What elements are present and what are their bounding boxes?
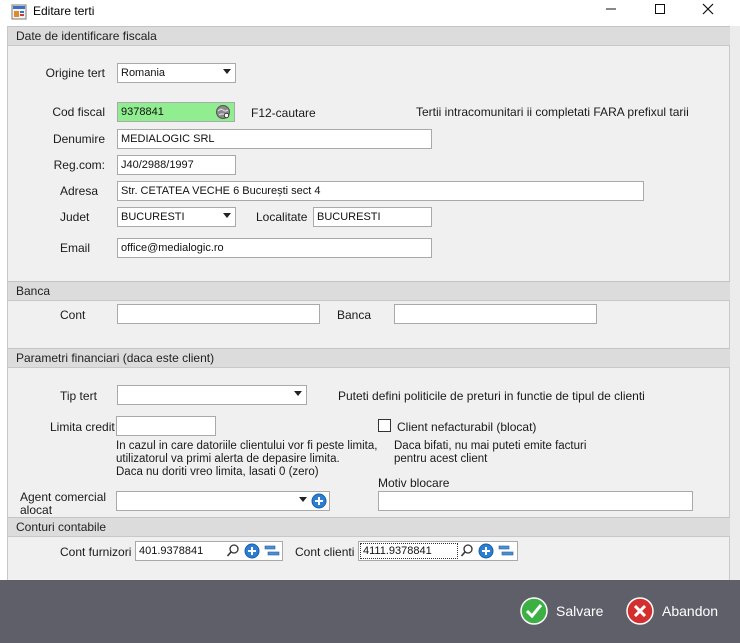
cont-clienti-add-button[interactable]: [478, 543, 494, 562]
section-header-accounts: Conturi contabile: [8, 517, 731, 537]
dialog-body: Date de identificare fiscala Origine ter…: [7, 26, 731, 580]
email-label: Email: [60, 241, 91, 255]
f12-hint: F12-cautare: [251, 106, 316, 120]
section-header-fiscal: Date de identificare fiscala: [8, 26, 731, 46]
magnifier-icon: [460, 544, 473, 557]
magnifier-icon: [226, 544, 239, 557]
close-icon: [702, 3, 714, 15]
chevron-down-icon: [299, 497, 307, 502]
judet-label: Judet: [60, 210, 90, 224]
chevron-down-icon: [294, 391, 302, 396]
agent-label-line-2: alocat: [20, 503, 53, 517]
motiv-blocare-input[interactable]: [378, 491, 693, 511]
plus-circle-icon: [244, 543, 260, 559]
denumire-label: Denumire: [52, 132, 105, 146]
window-title: Editare terti: [33, 4, 95, 18]
cont-furnizori-label: Cont furnizori: [60, 545, 132, 559]
bank-cont-input[interactable]: [117, 304, 320, 324]
list-icon: [498, 545, 514, 556]
cont-furnizori-list-button[interactable]: [264, 543, 280, 562]
cont-furnizori-input[interactable]: 401.9378841: [135, 541, 283, 561]
bank-cont-label: Cont: [60, 308, 86, 322]
agent-combo[interactable]: [116, 491, 330, 511]
tip-tert-combo[interactable]: [117, 385, 307, 405]
cont-clienti-search-button[interactable]: [460, 543, 474, 562]
nefacturabil-checkbox[interactable]: [378, 419, 391, 432]
nefacturabil-label[interactable]: Client nefacturabil (blocat): [397, 420, 536, 434]
web-search-icon[interactable]: [215, 104, 231, 120]
cont-clienti-input[interactable]: 4111.9378841: [358, 541, 518, 561]
cont-clienti-list-button[interactable]: [498, 543, 514, 562]
limita-help-line-3: Daca nu doriti vreo limita, lasati 0 (ze…: [116, 466, 319, 478]
close-button[interactable]: [685, 0, 731, 22]
bank-name-input[interactable]: [394, 304, 597, 324]
add-agent-button[interactable]: [311, 493, 327, 510]
cod-fiscal-value: 9378841: [121, 106, 164, 118]
origin-label: Origine tert: [45, 66, 105, 80]
limita-credit-label: Limita credit: [50, 420, 115, 434]
chevron-down-icon: [223, 69, 231, 74]
localitate-input[interactable]: BUCURESTI: [313, 207, 432, 227]
judet-value: BUCURESTI: [121, 211, 185, 223]
cancel-label: Abandon: [662, 603, 719, 619]
checkmark-icon: [520, 597, 548, 625]
minimize-icon: [606, 8, 616, 10]
cont-furnizori-search-button[interactable]: [226, 543, 240, 562]
section-header-financial: Parametri financiari (daca este client): [8, 348, 731, 368]
bank-name-label: Banca: [337, 308, 372, 322]
list-icon: [264, 545, 280, 556]
maximize-button[interactable]: [637, 0, 683, 22]
plus-circle-icon: [311, 493, 327, 509]
origin-value: Romania: [121, 67, 166, 79]
intracom-note: Tertii intracomunitari ii completati FAR…: [416, 105, 689, 119]
adresa-value: Str. CETATEA VECHE 6 București sect 4: [121, 185, 321, 197]
tip-tert-note: Puteti defini politicile de preturi in f…: [338, 389, 645, 403]
motiv-blocare-label: Motiv blocare: [378, 476, 450, 490]
localitate-label: Localitate: [256, 210, 308, 224]
email-input[interactable]: office@medialogic.ro: [117, 238, 432, 258]
background-window-edge: [730, 26, 740, 580]
limita-credit-input[interactable]: [116, 416, 216, 436]
app-icon: [11, 4, 27, 20]
adresa-label: Adresa: [60, 184, 99, 198]
denumire-value: MEDIALOGIC SRL: [121, 133, 215, 145]
cont-clienti-value: 4111.9378841: [360, 543, 458, 559]
email-value: office@medialogic.ro: [121, 242, 224, 254]
cont-furnizori-add-button[interactable]: [244, 543, 260, 562]
plus-circle-icon: [478, 543, 494, 559]
origin-combo[interactable]: Romania: [117, 63, 236, 83]
localitate-value: BUCURESTI: [317, 211, 381, 223]
cont-clienti-label: Cont clienti: [295, 545, 355, 559]
section-header-bank: Banca: [8, 281, 731, 301]
cod-fiscal-label: Cod fiscal: [52, 105, 105, 119]
nefacturabil-help-line-2: pentru acest client: [394, 453, 488, 465]
adresa-input[interactable]: Str. CETATEA VECHE 6 București sect 4: [117, 181, 644, 201]
maximize-icon: [655, 4, 665, 14]
agent-label-line-1: Agent comercial: [20, 490, 107, 504]
cancel-icon: [626, 597, 654, 625]
denumire-input[interactable]: MEDIALOGIC SRL: [117, 129, 432, 149]
save-label: Salvare: [556, 603, 604, 619]
regcom-input[interactable]: J40/2988/1997: [117, 155, 236, 175]
judet-combo[interactable]: BUCURESTI: [117, 207, 236, 227]
regcom-value: J40/2988/1997: [121, 159, 194, 171]
cont-furnizori-value: 401.9378841: [139, 545, 204, 557]
regcom-label: Reg.com:: [53, 158, 105, 172]
minimize-button[interactable]: [588, 0, 634, 22]
tip-tert-label: Tip tert: [60, 389, 97, 403]
chevron-down-icon: [223, 213, 231, 218]
